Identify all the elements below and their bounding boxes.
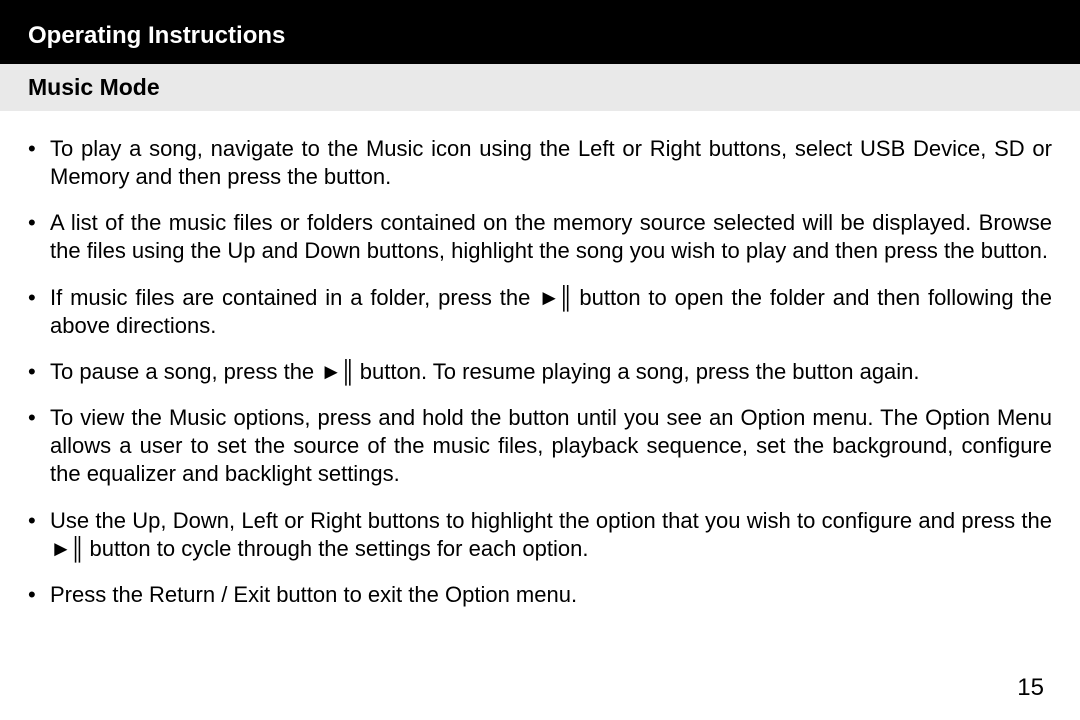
header-bar: Operating Instructions: [0, 0, 1080, 64]
bullet-text: To pause a song, press the: [50, 359, 320, 384]
play-pause-icon: ►║: [50, 536, 83, 561]
bullet-list: To play a song, navigate to the Music ic…: [28, 135, 1052, 609]
page-number: 15: [1017, 674, 1044, 701]
list-item: Press the Return / Exit button to exit t…: [28, 581, 1052, 609]
bullet-text: button to cycle through the settings for…: [83, 536, 588, 561]
bullet-text: A list of the music files or folders con…: [50, 210, 1052, 263]
bullet-text: To play a song, navigate to the Music ic…: [50, 136, 1052, 189]
bullet-text: To view the Music options, press and hol…: [50, 405, 1052, 486]
body-content: To play a song, navigate to the Music ic…: [0, 111, 1080, 670]
list-item: To view the Music options, press and hol…: [28, 404, 1052, 488]
page-footer: 15: [0, 670, 1080, 720]
bullet-text: Use the Up, Down, Left or Right buttons …: [50, 508, 1052, 533]
list-item: A list of the music files or folders con…: [28, 209, 1052, 265]
bullet-text: If music files are contained in a folder…: [50, 285, 538, 310]
play-pause-icon: ►║: [320, 359, 353, 384]
section-title: Music Mode: [28, 74, 160, 100]
list-item: Use the Up, Down, Left or Right buttons …: [28, 507, 1052, 563]
header-title: Operating Instructions: [28, 22, 285, 49]
manual-page: Operating Instructions Music Mode To pla…: [0, 0, 1080, 720]
list-item: To play a song, navigate to the Music ic…: [28, 135, 1052, 191]
list-item: To pause a song, press the ►║ button. To…: [28, 358, 1052, 386]
play-pause-icon: ►║: [538, 285, 571, 310]
bullet-text: button. To resume playing a song, press …: [354, 359, 920, 384]
bullet-text: Press the Return / Exit button to exit t…: [50, 582, 577, 607]
section-bar: Music Mode: [0, 64, 1080, 111]
list-item: If music files are contained in a folder…: [28, 284, 1052, 340]
